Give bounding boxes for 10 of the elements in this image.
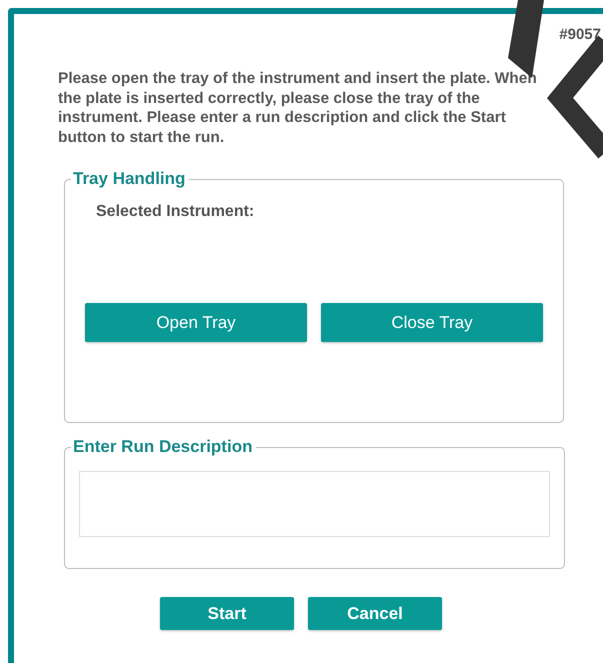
tray-button[interactable]: Close Tray xyxy=(321,303,543,342)
instructions-text: Please open the tray of the instrument and insert the plate. When the plate is inserted correctly, please close the tray of the instrument. Please enter a run description and click the Start button to start the run. xyxy=(58,69,538,147)
selected-instrument-label: Selected Instrument: xyxy=(96,203,256,221)
panel-legend: Enter Run Description xyxy=(71,437,256,457)
id-label: #9057 xyxy=(559,26,601,43)
description-input[interactable] xyxy=(79,471,550,537)
tray-button[interactable]: Open Tray xyxy=(85,303,307,342)
action-button[interactable]: Cancel xyxy=(308,597,442,630)
panel-legend: Tray Handling xyxy=(71,169,190,189)
action-button[interactable]: Start xyxy=(160,597,294,630)
